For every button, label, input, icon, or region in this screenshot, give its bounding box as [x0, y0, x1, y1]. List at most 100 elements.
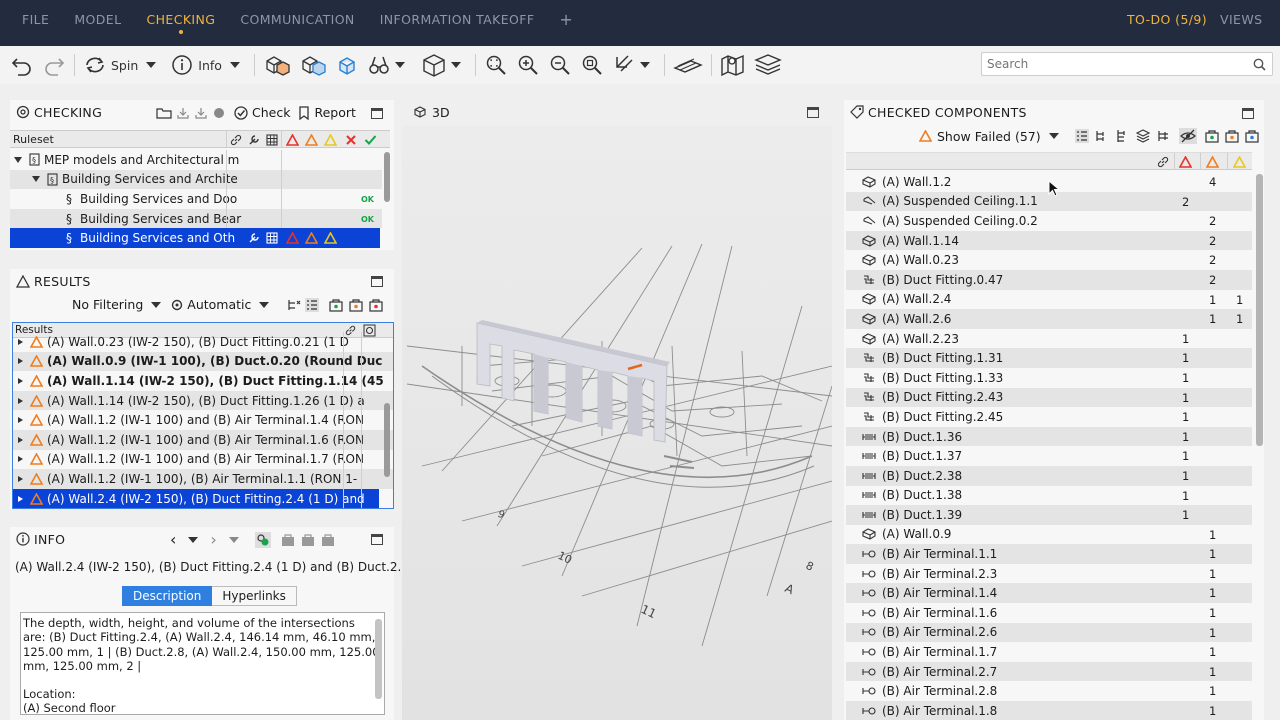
maximize-icon[interactable]	[371, 276, 383, 287]
highlight-icon[interactable]	[254, 532, 271, 548]
previous-arrow-icon[interactable]: ‹	[170, 532, 176, 548]
select-objects-button[interactable]	[259, 50, 295, 80]
3d-viewport[interactable]: 9 10 11 8 A	[402, 126, 832, 720]
search-box[interactable]	[981, 52, 1273, 76]
component-row[interactable]: (B) Duct.1.39 1	[846, 505, 1252, 525]
search-input[interactable]	[982, 53, 1242, 75]
component-row[interactable]: (B) Duct Fitting.2.45 1	[846, 407, 1252, 427]
expand-icon[interactable]	[18, 475, 23, 482]
views-button[interactable]: VIEWS	[1220, 0, 1262, 46]
list-view-icon[interactable]	[305, 297, 320, 312]
issue-orange-icon[interactable]	[1225, 129, 1239, 143]
expand-icon[interactable]	[18, 358, 23, 365]
component-row[interactable]: (B) Air Terminal.2.7 1	[846, 661, 1252, 682]
show-failed-dropdown[interactable]: Show Failed (57)	[937, 129, 1041, 144]
tab-hyperlinks[interactable]: Hyperlinks	[212, 586, 297, 606]
component-row[interactable]: (A) Wall.1.14 2	[846, 230, 1252, 251]
component-row[interactable]: (B) Air Terminal.1.1 1	[846, 544, 1252, 564]
maximize-icon[interactable]	[371, 108, 383, 119]
tab-description[interactable]: Description	[122, 586, 213, 606]
zoom-in-button[interactable]	[512, 50, 544, 80]
component-row[interactable]: (B) Air Terminal.2.8 1	[846, 681, 1252, 701]
zoom-extents-button[interactable]	[480, 50, 512, 80]
result-row[interactable]: (A) Wall.1.2 (IW-1 100), (B) Air Termina…	[13, 469, 393, 489]
stack-icon[interactable]	[1135, 129, 1151, 143]
component-row[interactable]: (B) Air Terminal.1.7 1	[846, 642, 1252, 662]
component-row[interactable]: (A) Wall.2.4 1 1	[846, 290, 1252, 310]
chevron-down-icon[interactable]	[228, 537, 239, 543]
chevron-down-icon[interactable]	[1048, 133, 1059, 139]
filter-dropdown[interactable]: No Filtering	[72, 297, 143, 312]
ruleset-scrollbar[interactable]	[384, 152, 390, 202]
layers-button[interactable]	[750, 50, 786, 80]
issue-red-icon[interactable]	[369, 298, 383, 312]
ruleset-row[interactable]: § Building Services and Doo OK	[10, 189, 382, 209]
result-row[interactable]: (A) Wall.1.2 (IW-1 100) and (B) Air Term…	[13, 450, 393, 470]
floor-plan-button[interactable]	[716, 50, 750, 80]
zoom-out-button[interactable]	[544, 50, 576, 80]
result-row[interactable]: (A) Wall.0.9 (IW-1 100), (B) Duct.0.20 (…	[13, 351, 393, 372]
export-icon[interactable]	[194, 106, 208, 120]
next-arrow-icon[interactable]: ›	[210, 532, 216, 548]
issue-gray-icon[interactable]	[321, 533, 335, 547]
search-icon[interactable]	[1253, 58, 1266, 71]
tree-icon[interactable]	[1115, 129, 1129, 143]
ruleset-row[interactable]: § MEP models and Architectural m	[10, 150, 382, 170]
measure-button[interactable]	[608, 50, 654, 80]
folder-icon[interactable]	[156, 106, 172, 120]
collapse-icon[interactable]	[14, 156, 22, 163]
component-row[interactable]: (B) Duct.2.38 1	[846, 465, 1252, 486]
branch-icon[interactable]	[1157, 129, 1171, 143]
component-row[interactable]: (A) Wall.0.23 2	[846, 250, 1252, 270]
report-button[interactable]: Report	[314, 105, 355, 120]
redo-button[interactable]	[38, 50, 70, 80]
collapse-icon[interactable]	[32, 176, 40, 183]
todo-button[interactable]: TO-DO (5/9)	[1127, 0, 1207, 46]
import-icon[interactable]	[176, 106, 190, 120]
maximize-icon[interactable]	[371, 534, 383, 545]
issue-blue-icon[interactable]	[1245, 129, 1259, 143]
maximize-icon[interactable]	[1242, 108, 1254, 119]
hierarchy-icon[interactable]	[287, 298, 301, 312]
description-scrollbar[interactable]	[375, 619, 382, 699]
results-scrollbar[interactable]	[384, 403, 390, 477]
component-row[interactable]: (B) Duct Fitting.1.33 1	[846, 368, 1252, 388]
tab-information-takeoff[interactable]: INFORMATION TAKEOFF	[380, 0, 535, 46]
ruleset-row-selected[interactable]: § Building Services and Oth	[10, 228, 380, 248]
walk-button[interactable]	[363, 50, 409, 80]
result-row[interactable]: (A) Wall.1.14 (IW-2 150), (B) Duct Fitti…	[13, 371, 393, 391]
issue-gray-icon[interactable]	[281, 533, 295, 547]
section-plane-button[interactable]	[669, 50, 707, 80]
tab-file[interactable]: FILE	[22, 0, 49, 46]
issue-green-icon[interactable]	[1205, 129, 1219, 143]
components-scrollbar[interactable]	[1256, 174, 1263, 446]
chevron-down-icon[interactable]	[188, 537, 199, 543]
hierarchy-icon[interactable]	[1095, 129, 1109, 143]
tab-model[interactable]: MODEL	[74, 0, 121, 46]
isolate-objects-button[interactable]	[331, 50, 363, 80]
chevron-down-icon[interactable]	[259, 301, 270, 308]
component-row[interactable]: (B) Duct Fitting.0.47 2	[846, 269, 1252, 290]
view-cube-button[interactable]	[417, 50, 465, 80]
issue-green-icon[interactable]	[329, 298, 343, 312]
component-row[interactable]: (B) Duct.1.37 1	[846, 446, 1252, 466]
component-row[interactable]: (B) Air Terminal.1.4 1	[846, 583, 1252, 604]
expand-icon[interactable]	[18, 436, 23, 443]
issue-orange-icon[interactable]	[349, 298, 363, 312]
component-row[interactable]: (A) Wall.2.6 1 1	[846, 309, 1252, 329]
zoom-selection-button[interactable]	[576, 50, 608, 80]
component-row[interactable]: (B) Duct.1.38 1	[846, 486, 1252, 506]
tab-communication[interactable]: COMMUNICATION	[240, 0, 354, 46]
component-row[interactable]: (A) Wall.2.23 1	[846, 329, 1252, 349]
expand-icon[interactable]	[18, 456, 23, 463]
component-row[interactable]: (B) Air Terminal.2.6 1	[846, 622, 1252, 643]
undo-button[interactable]	[6, 50, 38, 80]
result-row[interactable]: (A) Wall.1.14 (IW-2 150), (B) Duct Fitti…	[13, 390, 393, 411]
stop-icon[interactable]	[212, 106, 226, 120]
hide-objects-button[interactable]	[295, 50, 331, 80]
description-textarea[interactable]: The depth, width, height, and volume of …	[20, 612, 385, 715]
ruleset-row[interactable]: § Building Services and Archite	[10, 169, 382, 190]
component-row[interactable]: (B) Duct Fitting.1.31 1	[846, 348, 1252, 368]
info-button[interactable]: Info	[166, 50, 244, 80]
expand-icon[interactable]	[18, 338, 23, 345]
